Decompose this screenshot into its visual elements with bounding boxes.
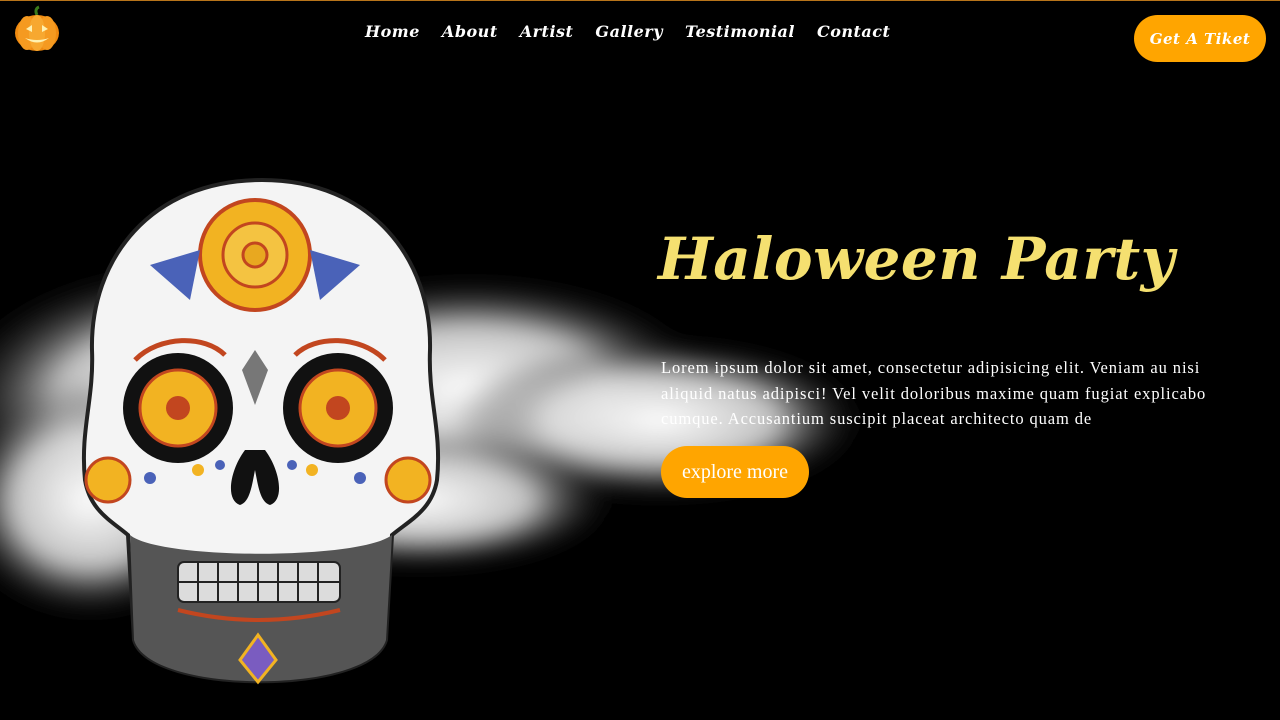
hero-description: Lorem ipsum dolor sit amet, consectetur … (661, 358, 1207, 428)
pumpkin-icon[interactable] (13, 5, 61, 53)
sugar-skull (81, 177, 441, 685)
explore-more-button[interactable]: explore more (661, 446, 809, 498)
nav-link-contact[interactable]: Contact (817, 22, 890, 41)
nav-link-artist[interactable]: Artist (520, 22, 574, 41)
nav-link-testimonial[interactable]: Testimonial (685, 22, 795, 41)
get-ticket-button[interactable]: Get A Tiket (1134, 15, 1266, 62)
main-nav: Home About Artist Gallery Testimonial Co… (365, 22, 912, 41)
nav-link-gallery[interactable]: Gallery (595, 22, 663, 41)
hero-title: Haloween Party (658, 225, 1175, 293)
site-header: Home About Artist Gallery Testimonial Co… (0, 0, 1280, 70)
nav-link-about[interactable]: About (442, 22, 498, 41)
nav-link-home[interactable]: Home (365, 22, 420, 41)
